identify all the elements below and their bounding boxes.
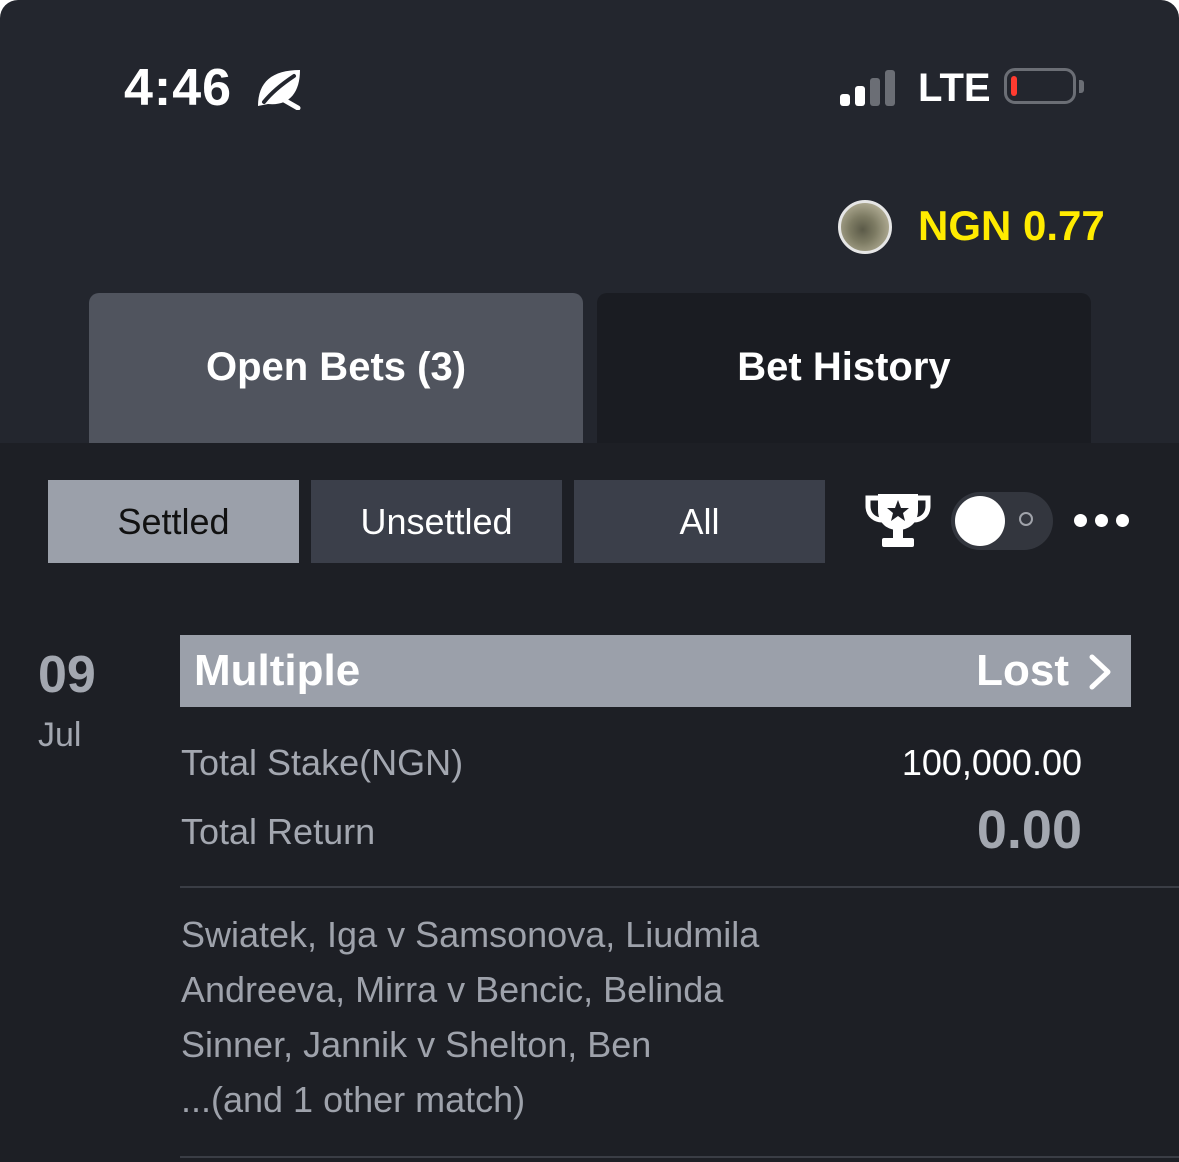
bet-type: Multiple [194,646,361,695]
leaf-icon [258,70,301,110]
tab-bet-history[interactable]: Bet History [597,293,1091,443]
chevron-right-icon [1089,654,1111,690]
list-item: Andreeva, Mirra v Bencic, Belinda [181,969,724,1010]
more-icon[interactable] [1074,514,1130,528]
bet-header[interactable]: Multiple Lost [180,635,1131,707]
bet-status: Lost [976,646,1069,695]
battery-tip [1079,80,1084,93]
filter-all-button[interactable]: All [574,480,825,563]
filter-settled-button[interactable]: Settled [48,480,299,563]
battery-icon [1004,68,1076,104]
tab-open-bets[interactable]: Open Bets (3) [89,293,583,443]
toggle-knob [955,496,1005,546]
total-return-value: 0.00 [976,800,1082,860]
avatar[interactable] [838,200,892,254]
match-list[interactable]: Swiatek, Iga v Samsonova, Liudmila Andre… [181,912,759,1132]
app-screen: 4:46 LTE NGN 0.77 Open Bets (3) Bet Hist… [0,0,1179,1162]
total-stake-label: Total Stake(NGN) [181,742,464,783]
list-item: Sinner, Jannik v Shelton, Ben [181,1024,652,1065]
divider [180,886,1179,888]
bet-date-month: Jul [38,716,82,754]
network-type: LTE [918,66,991,110]
toggle-switch[interactable] [951,492,1053,550]
toggle-off-indicator [1019,512,1033,526]
divider [180,1156,1179,1158]
account-balance[interactable]: NGN 0.77 [918,202,1105,250]
total-stake-value: 100,000.00 [901,742,1082,783]
signal-icon [840,70,900,106]
list-item: ...(and 1 other match) [181,1079,526,1120]
status-time: 4:46 [124,59,233,117]
trophy-icon[interactable] [864,492,932,550]
filter-unsettled-button[interactable]: Unsettled [311,480,562,563]
list-item: Swiatek, Iga v Samsonova, Liudmila [181,914,760,955]
bet-date-day: 09 [38,646,96,704]
total-return-label: Total Return [181,811,376,852]
